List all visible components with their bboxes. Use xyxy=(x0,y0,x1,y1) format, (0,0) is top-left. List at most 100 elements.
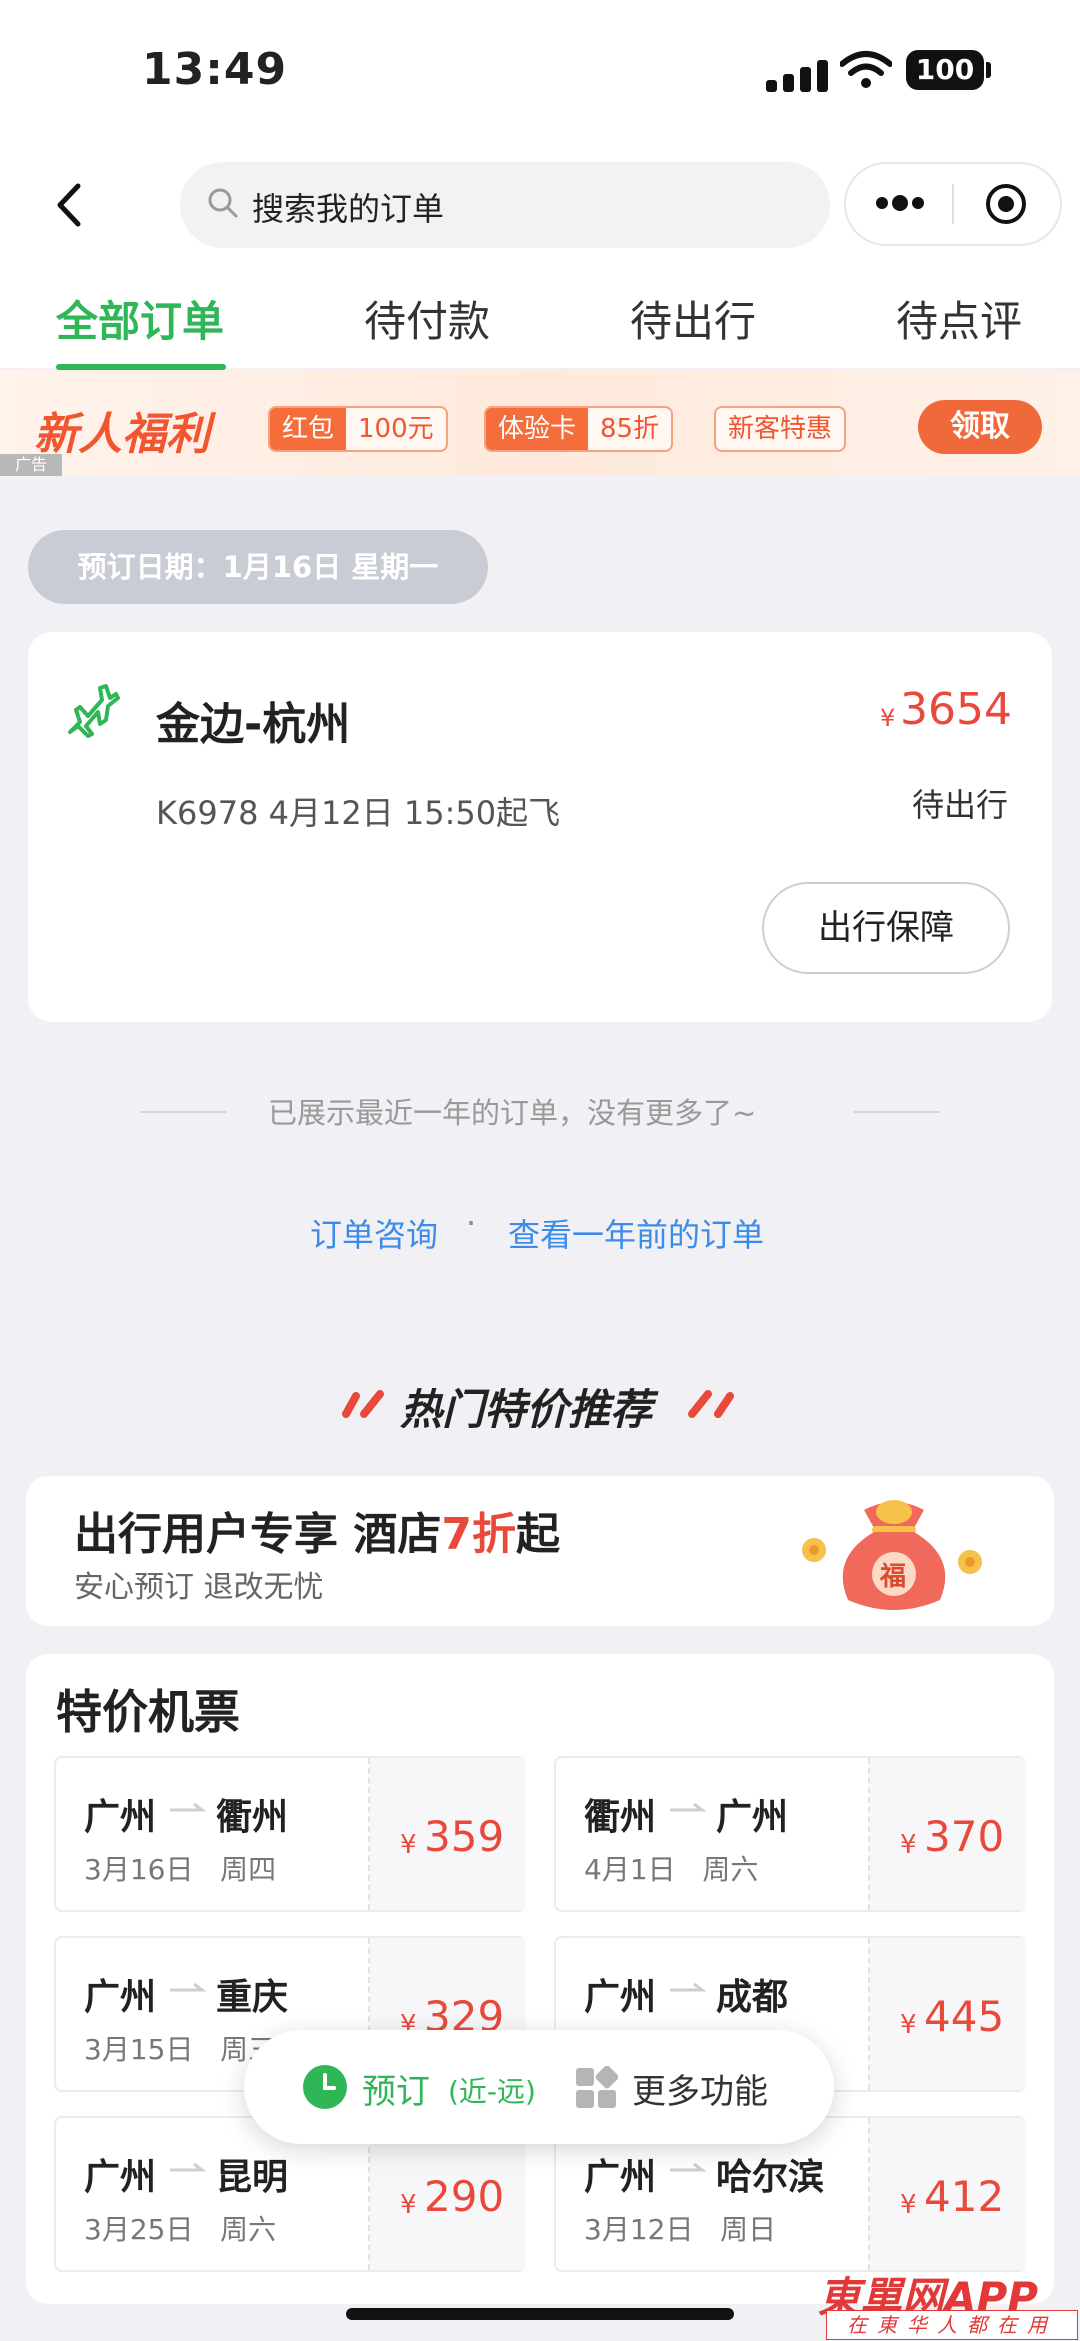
hotel-deal-subtitle: 安心预订 退改无忧 xyxy=(74,1570,324,1605)
clock-icon[interactable] xyxy=(302,2064,348,2110)
arrow-right-icon xyxy=(170,1802,206,1812)
book-sort-button[interactable]: 预订 xyxy=(362,2064,430,2113)
ticket-from: 衢州 xyxy=(584,1797,657,1838)
chip-label: 红包 xyxy=(270,408,347,450)
currency-symbol: ¥ xyxy=(400,2190,417,2220)
currency-symbol: ¥ xyxy=(900,2190,917,2220)
ticket-price: 290 xyxy=(424,2172,505,2221)
ticket-date-day: 3月16日 xyxy=(84,1853,194,1886)
ticket-date-day: 3月12日 xyxy=(584,2213,694,2246)
order-consult-link[interactable]: 订单咨询 xyxy=(310,1210,438,1256)
battery-tip xyxy=(986,62,991,78)
ticket-to: 成都 xyxy=(716,1977,789,2018)
ticket-to: 昆明 xyxy=(216,2157,289,2198)
ticket-weekday: 周六 xyxy=(702,1853,759,1886)
hotel-deal-title: 出行用户专享 酒店7折起 xyxy=(74,1498,560,1562)
ticket-date: 3月25日 周六 xyxy=(84,2208,276,2248)
ticket-divider xyxy=(868,2118,870,2270)
ticket-date-day: 3月25日 xyxy=(84,2213,194,2246)
arrow-right-icon xyxy=(670,1802,706,1812)
status-time: 13:49 xyxy=(142,44,288,95)
claim-button[interactable]: 领取 xyxy=(918,400,1042,454)
ticket-from: 广州 xyxy=(84,2157,157,2198)
ticket-price: 445 xyxy=(924,1992,1005,2041)
ticket-to: 衢州 xyxy=(216,1797,289,1838)
arrow-right-icon xyxy=(670,1982,706,1992)
order-route: 金边-杭州 xyxy=(156,699,351,750)
ticket-to: 重庆 xyxy=(216,1977,289,2018)
currency-symbol: ¥ xyxy=(400,1830,417,1860)
ticket-weekday: 周四 xyxy=(220,1853,277,1886)
hotel-discount: 7折 xyxy=(441,1509,516,1560)
divider-right xyxy=(854,1111,940,1113)
ticket-from: 广州 xyxy=(584,2157,657,2198)
arrow-right-icon xyxy=(670,2162,706,2172)
book-sort-hint: (近-远) xyxy=(448,2075,536,2108)
ticket-divider xyxy=(868,1758,870,1910)
redpacket-chip: 红包 100元 xyxy=(268,406,448,452)
target-circle-icon[interactable] xyxy=(984,182,1028,226)
arrow-right-icon xyxy=(170,2162,206,2172)
wifi-icon xyxy=(840,51,892,88)
grid-icon[interactable] xyxy=(574,2066,618,2110)
ad-label: 广告 xyxy=(0,454,62,476)
ticket-date-day: 4月1日 xyxy=(584,1853,676,1886)
ticket-date: 3月16日 周四 xyxy=(84,1848,276,1888)
ticket-price: 370 xyxy=(924,1812,1005,1861)
more-features-button[interactable]: 更多功能 xyxy=(632,2064,768,2113)
ticket-weekday: 周日 xyxy=(720,2213,777,2246)
promo-title: 新人福利 xyxy=(34,409,210,460)
chevron-left-icon[interactable] xyxy=(46,180,96,230)
ticket-date: 3月12日 周日 xyxy=(584,2208,776,2248)
capsule-divider xyxy=(952,184,954,224)
currency-symbol: ¥ xyxy=(880,704,896,732)
watermark-slogan: 在東华人都在用 xyxy=(826,2310,1078,2340)
order-price: 3654 xyxy=(900,684,1012,735)
cellular-signal-icon xyxy=(766,58,830,92)
bag-char: 福 xyxy=(880,1562,907,1592)
battery-indicator: 100 xyxy=(906,50,984,90)
ticket-price: 359 xyxy=(424,1812,505,1861)
flight-ticket[interactable]: 广州 衢州 3月16日 周四 ¥ 359 xyxy=(54,1756,526,1912)
currency-symbol: ¥ xyxy=(900,1830,917,1860)
tab-pending-review[interactable]: 待点评 xyxy=(896,288,1022,349)
ticket-price: 412 xyxy=(924,2172,1005,2221)
divider-left xyxy=(140,1111,226,1113)
special-flights-title: 特价机票 xyxy=(56,1685,240,1739)
airplane-icon xyxy=(68,684,120,738)
ticket-weekday: 周六 xyxy=(220,2213,277,2246)
ticket-to: 哈尔滨 xyxy=(716,2157,825,2198)
hotel-title-pre: 出行用户专享 酒店 xyxy=(74,1509,442,1560)
ticket-divider xyxy=(368,1758,370,1910)
travel-guarantee-button[interactable]: 出行保障 xyxy=(762,882,1010,974)
trial-card-chip: 体验卡 85折 xyxy=(484,406,674,452)
search-placeholder: 搜索我的订单 xyxy=(252,190,445,228)
ticket-date: 3月15日 周三 xyxy=(84,2028,276,2068)
chip-value: 85折 xyxy=(600,414,660,444)
flight-ticket[interactable]: 衢州 广州 4月1日 周六 ¥ 370 xyxy=(554,1756,1026,1912)
arrow-right-icon xyxy=(170,1982,206,1992)
hotel-title-post: 起 xyxy=(515,1509,560,1560)
chip-label: 新客特惠 xyxy=(728,414,833,444)
ticket-from: 广州 xyxy=(84,1797,157,1838)
search-icon xyxy=(208,188,238,218)
lucky-bag-icon xyxy=(802,1500,982,1610)
ticket-from: 广州 xyxy=(584,1977,657,2018)
tab-all-orders[interactable]: 全部订单 xyxy=(56,288,224,349)
order-detail: K6978 4月12日 15:50起飞 xyxy=(156,794,561,832)
order-status: 待出行 xyxy=(912,786,1009,824)
home-indicator xyxy=(346,2308,734,2320)
more-dots-icon[interactable] xyxy=(874,192,926,214)
ticket-divider xyxy=(868,1938,870,2090)
ticket-date-day: 3月15日 xyxy=(84,2033,194,2066)
hot-deals-title: 热门特价推荐 xyxy=(400,1385,653,1434)
slash-deco-icon xyxy=(342,1390,384,1418)
chip-label: 体验卡 xyxy=(486,408,589,450)
older-orders-link[interactable]: 查看一年前的订单 xyxy=(508,1210,764,1256)
tab-pending-payment[interactable]: 待付款 xyxy=(364,288,490,349)
booking-date-badge: 预订日期：1月16日 星期一 xyxy=(28,530,488,604)
new-customer-chip: 新客特惠 xyxy=(714,406,847,452)
tab-pending-travel[interactable]: 待出行 xyxy=(630,288,756,349)
ticket-date: 4月1日 周六 xyxy=(584,1848,758,1888)
chip-value: 100元 xyxy=(358,414,434,444)
